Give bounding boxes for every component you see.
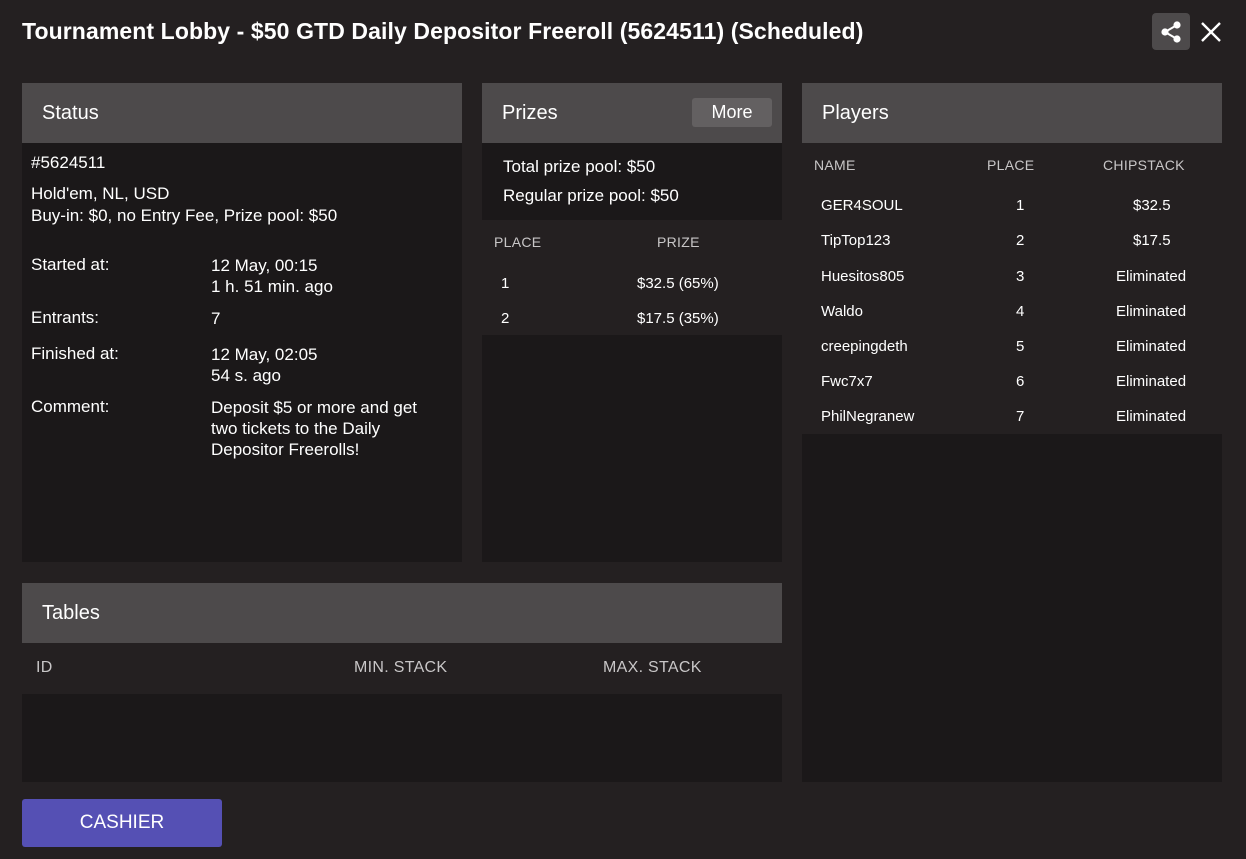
players-col-place: PLACE [987,157,1035,173]
finished-value: 12 May, 02:05 54 s. ago [211,344,451,386]
tables-header-title: Tables [42,602,100,624]
player-place: 7 [1016,408,1025,425]
prize-amount: $17.5 (35%) [637,310,719,327]
tables-col-max-stack: MAX. STACK [603,659,702,676]
close-icon [1200,21,1222,43]
prize-col-prize: PRIZE [657,234,700,250]
tournament-id: #5624511 [31,153,106,172]
player-chipstack: Eliminated [1116,303,1187,320]
players-table: NAME PLACE CHIPSTACK GER4SOUL 1 $32.5 Ti… [802,143,1222,434]
players-header-title: Players [822,102,889,124]
tables-col-id: ID [36,659,53,676]
player-place: 2 [1016,232,1025,249]
started-label: Started at: [31,255,110,274]
prizes-header-title: Prizes [502,102,558,124]
player-name: creepingdeth [821,338,908,355]
finished-label: Finished at: [31,344,119,363]
regular-prize-pool-value: $50 [650,186,679,205]
total-prize-pool-value: $50 [626,157,656,176]
entrants-label: Entrants: [31,308,100,327]
regular-prize-pool: Regular prize pool: $50 [503,186,679,206]
player-place: 5 [1016,338,1025,355]
comment-label: Comment: [31,397,110,416]
status-header-title: Status [42,102,99,124]
player-name: GER4SOUL [821,197,903,214]
player-chipstack: Eliminated [1116,408,1187,425]
regular-prize-pool-label: Regular prize pool: [503,186,646,205]
player-name: Fwc7x7 [821,373,873,390]
buyin-info: Buy-in: $0, no Entry Fee, Prize pool: $5… [31,206,338,225]
started-time: 12 May, 00:15 [211,256,318,275]
player-chipstack: Eliminated [1116,338,1187,355]
prize-table: PLACE PRIZE 1 $32.5 (65%) 2 $17.5 (35%) [482,220,782,335]
tables-col-min-stack: MIN. STACK [354,659,448,676]
prizes-panel: Prizes More Total prize pool: $50 Regula… [482,83,782,562]
comment-value: Deposit $5 or more and get two tickets t… [211,398,418,459]
player-name: TipTop123 [821,232,891,249]
tables-header: Tables [22,583,782,643]
player-chipstack: Eliminated [1116,373,1187,390]
game-type: Hold'em, NL, USD [31,184,170,203]
total-prize-pool-label: Total prize pool: [503,157,623,176]
cashier-button[interactable]: CASHIER [22,799,222,847]
close-button[interactable] [1198,19,1224,45]
player-place: 4 [1016,303,1025,320]
status-panel: Status #5624511 Hold'em, NL, USD Buy-in:… [22,83,462,562]
started-value: 12 May, 00:15 1 h. 51 min. ago [211,255,451,297]
started-ago: 1 h. 51 min. ago [211,277,333,296]
prizes-header: Prizes More [482,83,782,143]
status-header: Status [22,83,462,143]
share-icon [1158,19,1184,45]
prize-place: 1 [501,275,510,292]
finished-ago: 54 s. ago [211,366,281,385]
player-chipstack: $17.5 [1133,232,1171,249]
total-prize-pool: Total prize pool: $50 [503,157,655,177]
prize-place: 2 [501,310,510,327]
window-title: Tournament Lobby - $50 GTD Daily Deposit… [22,18,864,44]
more-button[interactable]: More [692,98,772,127]
finished-time: 12 May, 02:05 [211,345,318,364]
player-name: PhilNegranew [821,408,915,425]
player-place: 6 [1016,373,1025,390]
tables-panel: Tables ID MIN. STACK MAX. STACK [22,583,782,782]
prize-amount: $32.5 (65%) [637,275,719,292]
players-col-chipstack: CHIPSTACK [1103,157,1185,173]
player-name: Waldo [821,303,863,320]
player-place: 1 [1016,197,1025,214]
players-panel: Players NAME PLACE CHIPSTACK GER4SOUL 1 … [802,83,1222,782]
entrants-value: 7 [211,309,221,328]
player-chipstack: Eliminated [1116,268,1187,285]
players-col-name: NAME [814,157,856,173]
share-button[interactable] [1152,13,1190,50]
players-header: Players [802,83,1222,143]
tables-column-header: ID MIN. STACK MAX. STACK [22,643,782,694]
prize-pool-summary: Total prize pool: $50 Regular prize pool… [482,143,782,220]
player-name: Huesitos805 [821,268,905,285]
prize-col-place: PLACE [494,234,542,250]
player-chipstack: $32.5 [1133,197,1171,214]
player-place: 3 [1016,268,1025,285]
